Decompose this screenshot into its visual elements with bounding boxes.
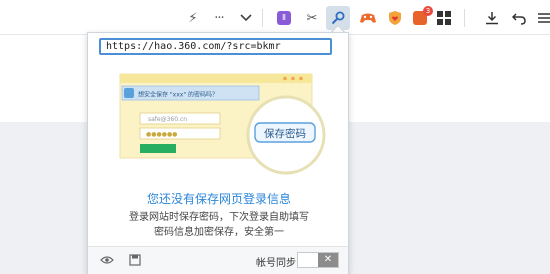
- account-sync-label: 帐号同步: [256, 258, 296, 269]
- toolbar-separator: [464, 9, 465, 27]
- empty-state-description: 登录网站时保存密码，下次登录自助填写 密码信息加密保存，安全第一: [88, 210, 350, 240]
- notification-icon[interactable]: 3: [410, 6, 433, 28]
- account-sync-toggle[interactable]: ✕: [297, 252, 339, 268]
- menu-icon-svg: [538, 13, 550, 23]
- more-icon[interactable]: ···: [209, 8, 229, 28]
- undo-icon-svg: [512, 13, 526, 25]
- download-icon-svg: [486, 12, 498, 25]
- toolbar-separator: [262, 9, 263, 27]
- undo-icon[interactable]: [509, 8, 529, 28]
- purple-extension-icon[interactable]: Ⅱ: [274, 8, 294, 28]
- empty-state-title: 您还没有保存网页登录信息: [146, 192, 291, 206]
- password-manager-popup: https://hao.360.com/?src=bkmr 想安全保存 "xxx…: [87, 32, 349, 274]
- illus-dot: [299, 76, 303, 81]
- shield-heart-icon[interactable]: [385, 8, 405, 28]
- scissors-icon[interactable]: ✂: [302, 8, 322, 28]
- illus-login-button: [140, 144, 176, 153]
- popup-footer: 帐号同步 ✕: [88, 246, 348, 274]
- illus-dot: [283, 76, 287, 81]
- notification-badge: 3: [423, 6, 433, 16]
- description-line-2: 密码信息加密保存，安全第一: [154, 227, 284, 238]
- game-controller-icon[interactable]: [358, 8, 378, 28]
- eye-icon-svg: [100, 256, 114, 264]
- toggle-off-knob: ✕: [318, 253, 338, 267]
- shield-icon-svg: [389, 11, 401, 25]
- illus-banner-key-icon: [124, 88, 134, 98]
- description-line-1: 登录网站时保存密码，下次登录自助填写: [129, 212, 309, 223]
- illus-dot: [291, 76, 295, 81]
- save-icon[interactable]: [128, 253, 142, 267]
- illus-save-password-text: 保存密码: [264, 127, 306, 140]
- download-icon[interactable]: [482, 8, 502, 28]
- chevron-down-icon[interactable]: [236, 8, 256, 28]
- game-icon-svg: [360, 13, 376, 23]
- lightning-icon[interactable]: ⚡: [183, 8, 203, 28]
- key-icon-svg: [331, 11, 345, 25]
- save-password-illustration: 想安全保存 "xxx" 的密码吗？ safe@360.cn ●●●●●● 保存密…: [119, 73, 326, 175]
- browser-toolbar: ⚡ ··· Ⅱ ✂ 3: [0, 0, 550, 34]
- menu-icon[interactable]: [534, 8, 550, 28]
- chevron-down-icon-svg: [240, 14, 252, 22]
- illus-password-mask: ●●●●●●: [146, 131, 177, 138]
- grid-icon-svg: [437, 11, 451, 25]
- illus-banner-text: 想安全保存 "xxx" 的密码吗？: [138, 91, 218, 99]
- eye-icon[interactable]: [100, 253, 114, 267]
- illus-account-value: safe@360.cn: [148, 116, 187, 123]
- save-icon-svg: [129, 254, 141, 266]
- apps-grid-icon[interactable]: [434, 8, 454, 28]
